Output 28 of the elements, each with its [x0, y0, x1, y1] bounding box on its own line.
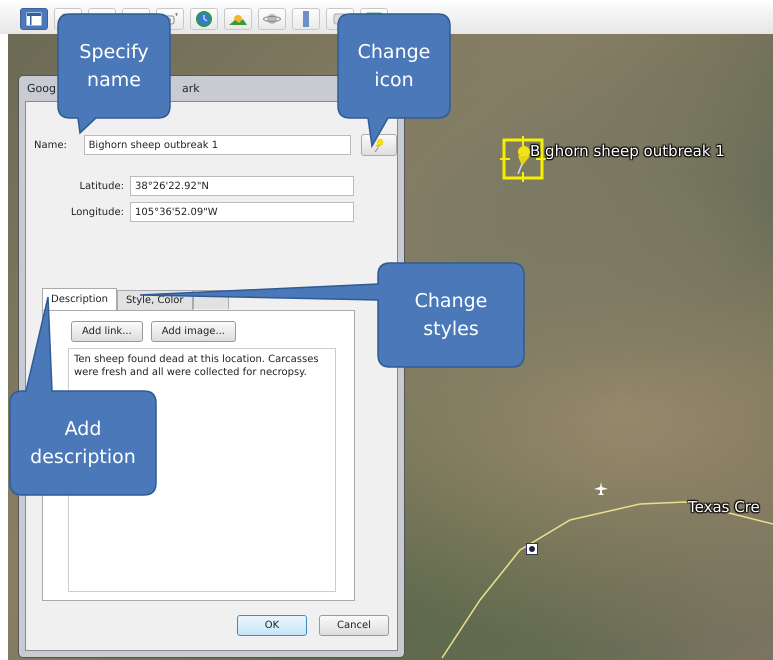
- placemark-label: B ghorn sheep outbreak 1: [530, 142, 725, 160]
- sun-landscape-icon: [229, 12, 247, 26]
- coordinate-field[interactable]: 38°26'22.92"N: [130, 176, 354, 196]
- ruler-icon: [302, 10, 310, 28]
- change-icon-button[interactable]: [361, 134, 397, 156]
- tab-action-button[interactable]: Add image...: [150, 321, 236, 342]
- placemark-pin-icon: [500, 136, 546, 182]
- name-field[interactable]: Bighorn sheep outbreak 1: [84, 135, 352, 155]
- planet-icon: [263, 12, 281, 26]
- dialog-button[interactable]: Cancel: [319, 615, 389, 636]
- name-label: Name:: [34, 140, 68, 150]
- dialog-title: ark: [182, 82, 200, 95]
- tab-action-button[interactable]: Add link...: [71, 321, 143, 342]
- dialog-tab[interactable]: Description: [42, 288, 117, 310]
- airplane-icon: [594, 482, 608, 496]
- callout-tooltip-text: Change styles: [414, 288, 488, 342]
- dialog-title: Goog: [27, 82, 56, 95]
- coordinate-label: Latitude:: [78, 180, 125, 192]
- clock-icon: [196, 11, 212, 27]
- dialog-button[interactable]: OK: [237, 615, 307, 636]
- coordinate-label: Longitude:: [70, 206, 125, 218]
- map-marker-icon: [526, 543, 538, 555]
- callout-tooltip-text: Specify name: [78, 40, 150, 93]
- toolbar-button[interactable]: [20, 8, 48, 30]
- callout-tooltip-text: Change icon: [356, 40, 432, 93]
- coordinate-field[interactable]: 105°36'52.09"W: [130, 202, 354, 222]
- sidebar-icon: [26, 12, 42, 26]
- pushpin-icon: [373, 138, 386, 152]
